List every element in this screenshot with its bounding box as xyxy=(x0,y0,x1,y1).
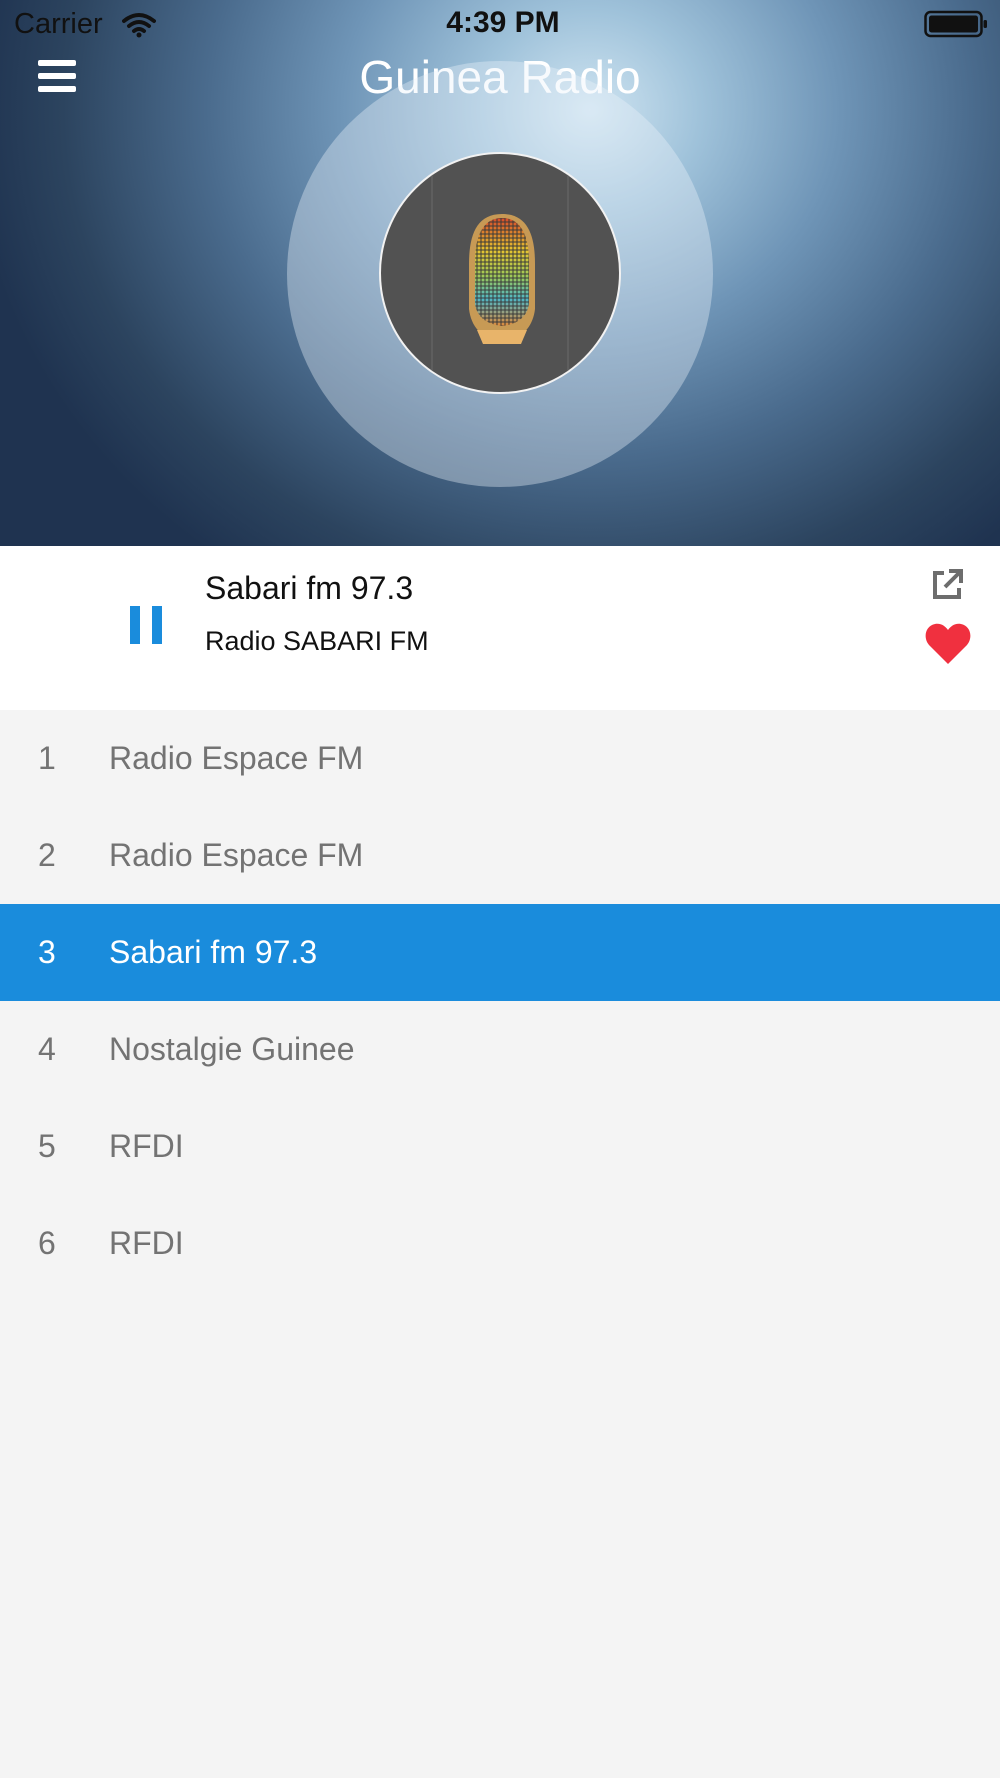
station-number: 5 xyxy=(38,1128,56,1164)
station-name: Nostalgie Guinee xyxy=(109,1031,355,1067)
station-row-selected[interactable]: 3 Sabari fm 97.3 xyxy=(0,904,1000,1001)
station-name: Radio Espace FM xyxy=(109,837,364,873)
status-bar: Carrier 4:39 PM xyxy=(0,0,1000,50)
station-name: RFDI xyxy=(109,1225,184,1261)
station-number: 2 xyxy=(38,837,56,873)
pause-button[interactable] xyxy=(130,606,162,646)
station-name: Sabari fm 97.3 xyxy=(109,934,318,970)
now-playing-subtitle: Radio SABARI FM xyxy=(205,626,429,656)
station-name: Radio Espace FM xyxy=(109,740,364,776)
station-number: 4 xyxy=(38,1031,56,1067)
station-number: 6 xyxy=(38,1225,56,1261)
helmet-logo-icon xyxy=(469,214,535,344)
station-row[interactable]: 4 Nostalgie Guinee xyxy=(0,1001,1000,1098)
station-number: 1 xyxy=(38,740,56,776)
station-row[interactable]: 6 RFDI xyxy=(0,1195,1000,1292)
now-playing-bar: Sabari fm 97.3 Radio SABARI FM xyxy=(0,546,1000,710)
station-row[interactable]: 5 RFDI xyxy=(0,1098,1000,1195)
favorite-heart-icon[interactable] xyxy=(924,622,972,666)
status-clock: 4:39 PM xyxy=(446,6,560,39)
station-list: 1 Radio Espace FM 2 Radio Espace FM 3 Sa… xyxy=(0,710,1000,1292)
header: Carrier 4:39 PM Guinea Radio xyxy=(0,0,1000,546)
station-name: RFDI xyxy=(109,1128,184,1164)
battery-icon xyxy=(924,10,987,38)
now-playing-title: Sabari fm 97.3 xyxy=(205,570,414,606)
station-row[interactable]: 1 Radio Espace FM xyxy=(0,710,1000,807)
share-external-icon[interactable] xyxy=(930,568,964,602)
station-row[interactable]: 2 Radio Espace FM xyxy=(0,807,1000,904)
station-number: 3 xyxy=(38,934,56,970)
station-artwork xyxy=(379,152,621,394)
